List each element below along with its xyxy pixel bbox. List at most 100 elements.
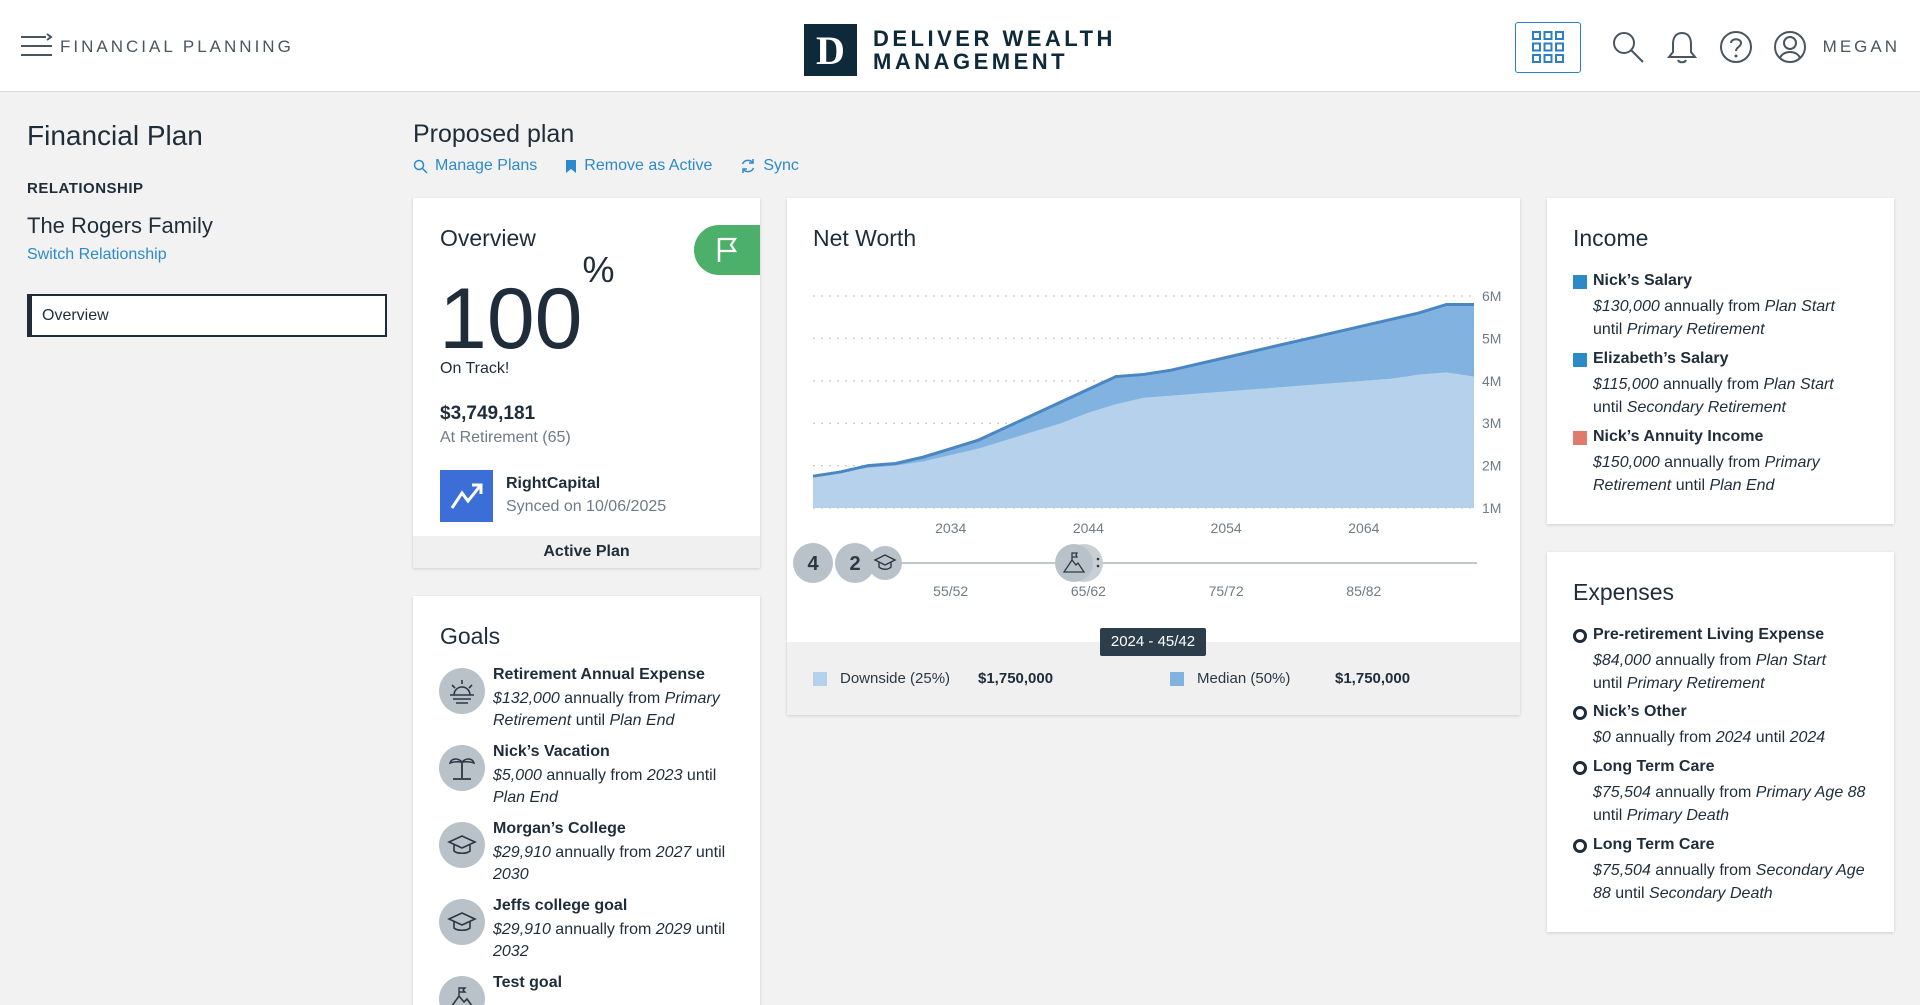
income-amount: $150,000	[1593, 454, 1660, 471]
sync-link[interactable]: Sync	[740, 157, 799, 175]
header-actions: MEGAN	[1514, 21, 1900, 73]
income-color-square	[1573, 431, 1587, 445]
flag-icon	[717, 237, 738, 262]
app-title: FINANCIAL PLANNING	[60, 37, 294, 56]
logo-mark: D	[804, 24, 857, 76]
provider-name: RightCapital	[506, 475, 601, 492]
age-tick-label: 85/82	[1346, 583, 1381, 599]
switch-relationship-link[interactable]: Switch Relationship	[27, 246, 167, 264]
income-until: Secondary Retirement	[1626, 399, 1786, 416]
timeline-badge-4[interactable]: 4	[793, 543, 833, 583]
retirement-amount: $3,749,181	[440, 403, 536, 424]
timeline-retirement-marker[interactable]	[1055, 544, 1103, 582]
relationship-name: The Rogers Family	[27, 213, 213, 238]
timeline-tooltip: 2024 - 45/42	[1100, 628, 1206, 656]
income-text: annually from	[1658, 376, 1764, 393]
expense-ring-marker	[1573, 629, 1587, 643]
expense-name: Pre-retirement Living Expense	[1593, 626, 1825, 643]
retirement-amount-caption: At Retirement (65)	[440, 429, 571, 446]
expense-from: Plan Start	[1755, 652, 1827, 669]
sync-date: Synced on 10/06/2025	[506, 498, 667, 515]
income-description: $150,000 annually from Primary Retiremen…	[1593, 451, 1878, 497]
help-icon[interactable]	[1717, 28, 1755, 66]
expense-text: until	[1593, 807, 1627, 824]
expense-text: until	[1751, 729, 1790, 746]
menu-icon[interactable]	[20, 33, 54, 59]
remove-active-link[interactable]: Remove as Active	[565, 157, 712, 175]
x-tick-label: 2034	[935, 520, 966, 536]
income-text: annually from	[1659, 454, 1765, 471]
app-grid-button[interactable]	[1514, 21, 1581, 73]
downside-value: $1,750,000	[978, 670, 1054, 687]
plan-title: Proposed plan	[413, 120, 575, 148]
expense-amount: $75,504	[1593, 862, 1651, 879]
rightcapital-logo	[440, 470, 493, 522]
goal-name: Test goal	[493, 974, 563, 991]
expense-amount: $84,000	[1593, 652, 1651, 669]
expense-ring-marker	[1573, 706, 1587, 720]
sync-label: Sync	[763, 157, 799, 174]
goal-from: 2029	[655, 921, 692, 938]
search-icon[interactable]	[1609, 28, 1647, 66]
y-tick-label: 5M	[1482, 330, 1501, 346]
on-track-flag-badge	[694, 225, 760, 275]
income-text: until	[1593, 399, 1627, 416]
expense-ring-marker	[1573, 761, 1587, 775]
goal-name: Nick’s Vacation	[493, 743, 610, 760]
goals-card: Goals Retirement Annual Expense $132,000…	[413, 596, 760, 1005]
y-tick-label: 1M	[1482, 500, 1501, 516]
goal-until: 2030	[493, 866, 529, 883]
goal-text: annually from	[550, 844, 656, 861]
income-amount: $130,000	[1593, 298, 1660, 315]
expense-until: Primary Death	[1626, 807, 1730, 824]
graduation-cap-icon	[439, 822, 485, 868]
income-card: Income Nick’s Salary $130,000 annually f…	[1547, 198, 1894, 524]
badge-count: 4	[807, 553, 819, 575]
income-description: $130,000 annually from Plan Start until P…	[1593, 295, 1878, 341]
x-tick-label: 2064	[1348, 520, 1379, 536]
goal-text: until	[691, 921, 726, 938]
age-tick-label: 75/72	[1209, 583, 1244, 599]
bell-icon[interactable]	[1663, 28, 1701, 66]
expense-until: 2024	[1789, 729, 1826, 746]
manage-plans-label: Manage Plans	[435, 157, 538, 174]
goal-until: 2032	[493, 943, 529, 960]
company-logo[interactable]: D DELIVER WEALTH MANAGEMENT	[804, 24, 1116, 76]
goal-amount: $29,910	[493, 921, 551, 938]
timeline-graduation-cap-icon[interactable]	[868, 546, 902, 580]
goal-text: until	[682, 767, 717, 784]
goal-until: Plan End	[493, 789, 558, 806]
goal-name: Morgan’s College	[493, 820, 626, 837]
sidebar-title: Financial Plan	[27, 120, 203, 151]
x-tick-label: 2054	[1211, 520, 1242, 536]
income-name: Elizabeth’s Salary	[1593, 350, 1729, 367]
x-tick-label: 2044	[1073, 520, 1104, 536]
goal-amount: $132,000	[493, 690, 560, 707]
expense-name: Long Term Care	[1593, 836, 1715, 853]
median-value: $1,750,000	[1335, 670, 1411, 687]
expenses-card: Expenses Pre-retirement Living Expense $…	[1547, 552, 1894, 932]
user-name[interactable]: MEGAN	[1823, 37, 1900, 57]
expense-text: annually from	[1610, 729, 1716, 746]
relationship-label: RELATIONSHIP	[27, 180, 144, 197]
expense-name: Nick’s Other	[1593, 703, 1687, 720]
manage-plans-link[interactable]: Manage Plans	[413, 157, 537, 175]
goal-name: Retirement Annual Expense	[493, 666, 705, 683]
logo-text: DELIVER WEALTH MANAGEMENT	[873, 27, 1116, 73]
age-tick-label: 65/62	[1071, 583, 1106, 599]
goal-text: until	[691, 844, 726, 861]
sidebar-item-overview[interactable]: Overview	[27, 294, 387, 337]
palm-tree-icon	[439, 745, 485, 791]
downside-label: Downside (25%)	[840, 670, 951, 687]
income-until: Primary Retirement	[1626, 321, 1765, 338]
income-title: Income	[1573, 225, 1649, 251]
goal-from: 2023	[646, 767, 683, 784]
expense-from: 2024	[1715, 729, 1752, 746]
goal-description: $5,000 annually from 2023 until Plan End	[493, 765, 743, 809]
goal-text: annually from	[550, 921, 656, 938]
active-plan-footer: Active Plan	[413, 536, 760, 568]
goal-description: $132,000 annually from Primary Retiremen…	[493, 688, 743, 732]
expense-text: annually from	[1650, 784, 1756, 801]
user-avatar-icon[interactable]	[1771, 28, 1809, 66]
median-label: Median (50%)	[1197, 670, 1291, 687]
